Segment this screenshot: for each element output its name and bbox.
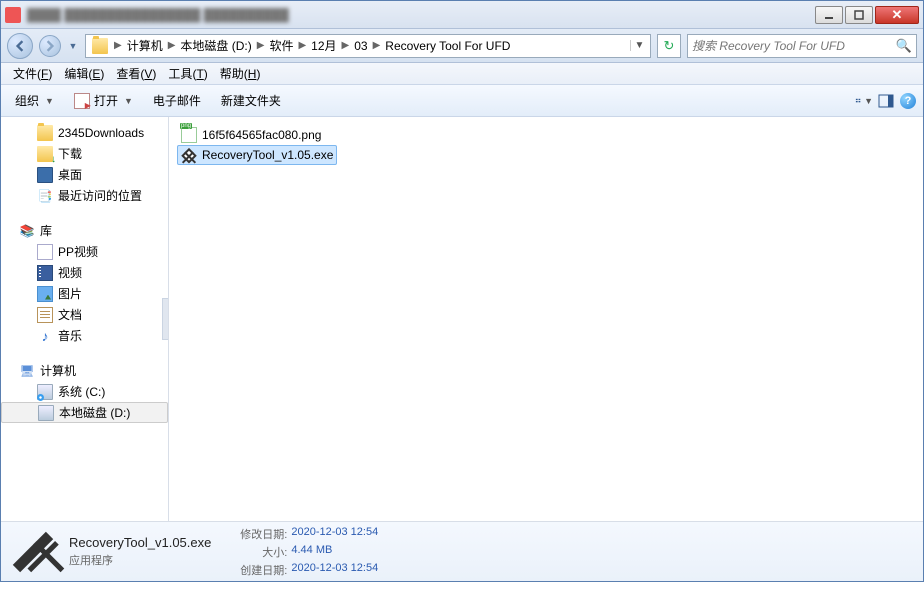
chevron-right-icon[interactable]: ▶ bbox=[296, 40, 308, 51]
help-icon: ? bbox=[900, 93, 916, 109]
forward-button[interactable] bbox=[39, 35, 61, 57]
navigation-pane[interactable]: 2345Downloads 下载 桌面 📑最近访问的位置 📚库 PP视频 视频 … bbox=[1, 117, 169, 521]
breadcrumb-03[interactable]: 03 bbox=[351, 39, 370, 53]
open-icon: ▶ bbox=[74, 93, 90, 109]
titlebar: ████ ████████████████ ██████████ ✕ bbox=[1, 1, 923, 29]
minimize-button[interactable] bbox=[815, 6, 843, 24]
address-bar[interactable]: ▶ 计算机 ▶ 本地磁盘 (D:) ▶ 软件 ▶ 12月 ▶ 03 ▶ Reco… bbox=[85, 34, 651, 58]
window-title: ████ ████████████████ ██████████ bbox=[27, 8, 815, 22]
address-row: ▼ ▶ 计算机 ▶ 本地磁盘 (D:) ▶ 软件 ▶ 12月 ▶ 03 ▶ Re… bbox=[1, 29, 923, 63]
folder-icon bbox=[37, 125, 53, 141]
help-button[interactable]: ? bbox=[899, 92, 917, 110]
png-icon bbox=[181, 127, 197, 143]
sidebar-item-drive-c[interactable]: 系统 (C:) bbox=[1, 381, 168, 402]
organize-button[interactable]: 组织▼ bbox=[7, 89, 62, 112]
chevron-down-icon: ▼ bbox=[124, 96, 133, 106]
main-area: 2345Downloads 下载 桌面 📑最近访问的位置 📚库 PP视频 视频 … bbox=[1, 117, 923, 521]
menu-tools[interactable]: 工具(T) bbox=[162, 63, 213, 84]
chevron-right-icon[interactable]: ▶ bbox=[112, 40, 124, 51]
details-created-value: 2020-12-03 12:54 bbox=[291, 562, 378, 578]
details-created-label: 创建日期: bbox=[233, 562, 291, 578]
details-size-value: 4.44 MB bbox=[291, 544, 332, 560]
exe-icon bbox=[16, 535, 49, 568]
sidebar-item-ppvideo[interactable]: PP视频 bbox=[1, 241, 168, 262]
sidebar-item-pictures[interactable]: 图片 bbox=[1, 283, 168, 304]
details-filename: RecoveryTool_v1.05.exe bbox=[69, 535, 211, 550]
sidebar-item-libraries[interactable]: 📚库 bbox=[1, 220, 168, 241]
details-modified-label: 修改日期: bbox=[233, 526, 291, 542]
breadcrumb-computer[interactable]: 计算机 bbox=[124, 37, 166, 54]
downloads-icon bbox=[37, 146, 53, 162]
details-modified-value: 2020-12-03 12:54 bbox=[291, 526, 378, 542]
nav-history-dropdown[interactable]: ▼ bbox=[67, 41, 79, 51]
details-size-label: 大小: bbox=[233, 544, 291, 560]
file-name: RecoveryTool_v1.05.exe bbox=[202, 148, 333, 162]
app-icon bbox=[5, 7, 21, 23]
sidebar-item-downloads[interactable]: 下载 bbox=[1, 143, 168, 164]
drive-icon bbox=[38, 405, 54, 421]
exe-icon bbox=[178, 144, 201, 167]
toolbar: 组织▼ ▶ 打开▼ 电子邮件 新建文件夹 ▼ ? bbox=[1, 85, 923, 117]
breadcrumb-software[interactable]: 软件 bbox=[266, 37, 296, 54]
sidebar-item-drive-d[interactable]: 本地磁盘 (D:) bbox=[1, 402, 168, 423]
chevron-right-icon[interactable]: ▶ bbox=[166, 40, 178, 51]
chevron-down-icon: ▼ bbox=[864, 96, 873, 106]
breadcrumb-drive-d[interactable]: 本地磁盘 (D:) bbox=[177, 37, 254, 54]
file-item-png[interactable]: 16f5f64565fac080.png bbox=[177, 125, 325, 145]
menu-file[interactable]: 文件(F) bbox=[7, 63, 58, 84]
maximize-button[interactable] bbox=[845, 6, 873, 24]
sidebar-item-documents[interactable]: 文档 bbox=[1, 304, 168, 325]
pictures-icon bbox=[37, 286, 53, 302]
sidebar-item-videos[interactable]: 视频 bbox=[1, 262, 168, 283]
sidebar-item-computer[interactable]: 🖥计算机 bbox=[1, 360, 168, 381]
drive-icon bbox=[37, 384, 53, 400]
address-dropdown[interactable]: ▼ bbox=[630, 40, 648, 51]
menu-help[interactable]: 帮助(H) bbox=[214, 63, 267, 84]
chevron-right-icon[interactable]: ▶ bbox=[371, 40, 383, 51]
chevron-down-icon: ▼ bbox=[45, 96, 54, 106]
back-button[interactable] bbox=[7, 33, 33, 59]
new-folder-button[interactable]: 新建文件夹 bbox=[213, 89, 289, 112]
chevron-right-icon[interactable]: ▶ bbox=[255, 40, 267, 51]
sidebar-item-music[interactable]: ♪音乐 bbox=[1, 325, 168, 346]
breadcrumb-december[interactable]: 12月 bbox=[308, 37, 339, 54]
refresh-button[interactable]: ↻ bbox=[657, 34, 681, 58]
chevron-right-icon[interactable]: ▶ bbox=[340, 40, 352, 51]
details-pane: RecoveryTool_v1.05.exe 应用程序 修改日期:2020-12… bbox=[1, 521, 923, 581]
documents-icon bbox=[37, 307, 53, 323]
sidebar-item-desktop[interactable]: 桌面 bbox=[1, 164, 168, 185]
breadcrumb-current[interactable]: Recovery Tool For UFD bbox=[382, 39, 513, 53]
recent-icon: 📑 bbox=[37, 188, 53, 204]
library-icon: 📚 bbox=[19, 223, 35, 239]
folder-icon bbox=[92, 38, 108, 54]
video-icon bbox=[37, 265, 53, 281]
preview-pane-button[interactable] bbox=[877, 92, 895, 110]
music-icon: ♪ bbox=[37, 328, 53, 344]
menu-edit[interactable]: 编辑(E) bbox=[58, 63, 110, 84]
file-list[interactable]: 16f5f64565fac080.png RecoveryTool_v1.05.… bbox=[169, 117, 923, 521]
sidebar-item-recent[interactable]: 📑最近访问的位置 bbox=[1, 185, 168, 206]
file-name: 16f5f64565fac080.png bbox=[202, 128, 321, 142]
details-icon bbox=[11, 530, 55, 574]
search-box[interactable]: 🔍 bbox=[687, 34, 917, 58]
sidebar-item-2345downloads[interactable]: 2345Downloads bbox=[1, 123, 168, 143]
open-button[interactable]: ▶ 打开▼ bbox=[66, 89, 141, 112]
view-options-button[interactable]: ▼ bbox=[855, 92, 873, 110]
close-button[interactable]: ✕ bbox=[875, 6, 919, 24]
details-filetype: 应用程序 bbox=[69, 552, 211, 568]
search-icon[interactable]: 🔍 bbox=[896, 38, 912, 54]
menu-view[interactable]: 查看(V) bbox=[110, 63, 162, 84]
computer-icon: 🖥 bbox=[19, 363, 35, 379]
email-button[interactable]: 电子邮件 bbox=[145, 89, 209, 112]
desktop-icon bbox=[37, 167, 53, 183]
search-input[interactable] bbox=[692, 39, 896, 53]
ppvideo-icon bbox=[37, 244, 53, 260]
file-item-exe[interactable]: RecoveryTool_v1.05.exe bbox=[177, 145, 337, 165]
menubar: 文件(F) 编辑(E) 查看(V) 工具(T) 帮助(H) bbox=[1, 63, 923, 85]
